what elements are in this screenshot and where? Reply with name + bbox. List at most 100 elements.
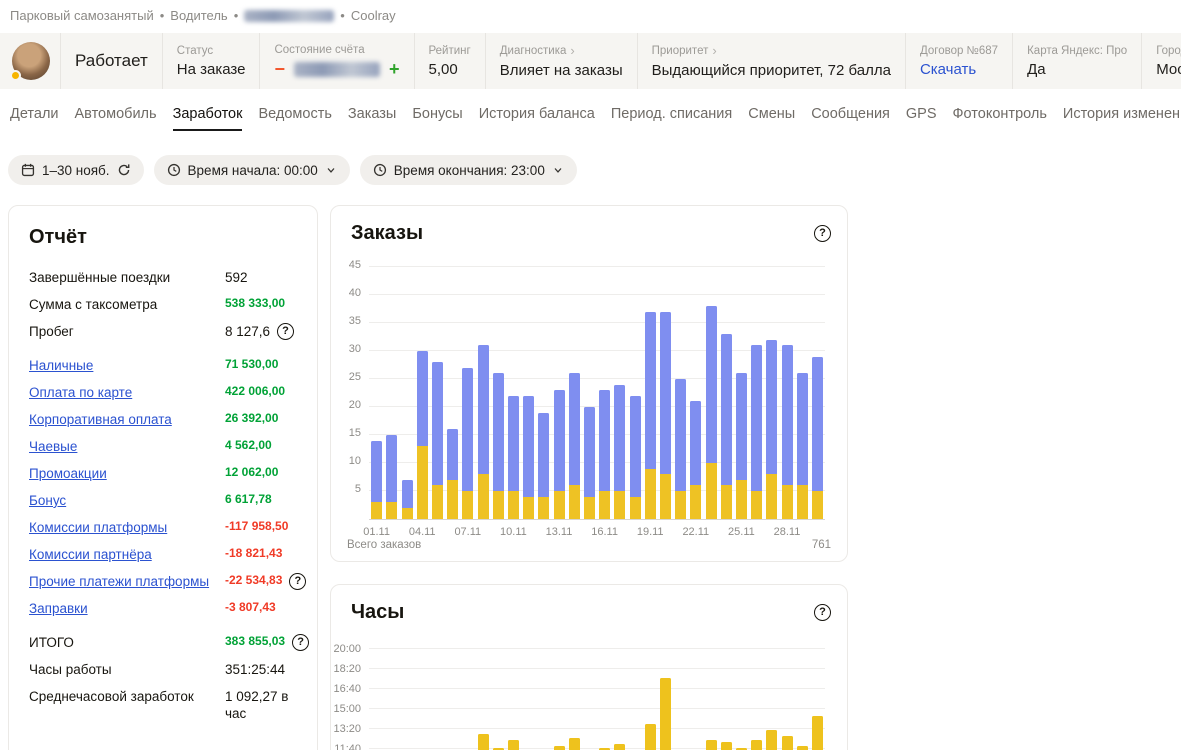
report-value-wrap: -3 807,43 — [225, 600, 297, 616]
report-label[interactable]: Оплата по карте — [29, 384, 225, 402]
time-end-filter[interactable]: Время окончания: 23:00 — [359, 155, 577, 185]
tab-9[interactable]: Смены — [748, 106, 795, 131]
report-value: 6 617,78 — [225, 491, 272, 506]
tab-10[interactable]: Сообщения — [811, 106, 890, 131]
tab-2[interactable]: Автомобиль — [75, 106, 157, 131]
hours-bar — [507, 740, 519, 750]
report-row: Комиссии платформы -117 958,50 — [29, 519, 297, 537]
orders-bar-segment — [796, 485, 808, 519]
city-value: Москва — [1156, 60, 1181, 78]
balance-topup-button[interactable]: + — [389, 60, 400, 78]
priority-label: Приоритет — [651, 44, 709, 57]
orders-bar-segment — [751, 491, 763, 519]
orders-bar-segment — [371, 440, 383, 503]
report-row: Среднечасовой заработок 1 092,27 в час — [29, 688, 297, 723]
help-icon[interactable]: ? — [292, 633, 310, 651]
report-row: Промоакции 12 062,00 — [29, 465, 297, 483]
breadcrumb: Парковый самозанятый • Водитель • • Cool… — [10, 8, 396, 23]
orders-bar-segment — [477, 474, 489, 519]
driver-avatar[interactable] — [10, 42, 50, 81]
hours-bar — [811, 716, 823, 750]
tab-5[interactable]: Заказы — [348, 106, 396, 131]
date-range-filter[interactable]: 1–30 нояб. — [8, 155, 144, 185]
contract-label: Договор №687 — [919, 44, 999, 57]
y-axis-label: 20:00 — [333, 643, 361, 655]
driver-header-bar: Работает Статус На заказе Состояние счёт… — [0, 33, 1181, 89]
orders-bar-segment — [568, 485, 580, 519]
tab-3[interactable]: Заработок — [172, 106, 243, 131]
tab-7[interactable]: История баланса — [479, 106, 595, 131]
help-icon[interactable]: ? — [289, 573, 307, 591]
tab-4[interactable]: Ведомость — [258, 106, 331, 131]
orders-bar-segment — [416, 351, 428, 447]
report-label[interactable]: Чаевые — [29, 438, 225, 456]
y-axis-label: 25 — [348, 371, 361, 383]
orders-bar-segment — [690, 401, 702, 486]
refresh-icon[interactable] — [117, 163, 131, 177]
orders-bar-segment — [659, 474, 671, 519]
report-label[interactable]: Наличные — [29, 357, 225, 375]
report-row: ИТОГО 383 855,03? — [29, 633, 310, 652]
report-label[interactable]: Заправки — [29, 600, 225, 618]
tab-1[interactable]: Детали — [10, 106, 59, 131]
orders-chart-card: Заказы ? 5 10 15 20 25 30 35 40 45 01.11 04.11 07.1… — [330, 205, 848, 562]
hours-bar — [659, 678, 671, 750]
orders-bar-segment — [583, 407, 595, 497]
orders-bar-segment — [675, 379, 687, 491]
report-row: Часы работы 351:25:44 — [29, 661, 297, 679]
report-row: Корпоративная оплата 26 392,00 — [29, 411, 297, 429]
y-axis-label: 30 — [348, 343, 361, 355]
x-axis-label: 04.11 — [408, 526, 436, 538]
report-value-wrap: 4 562,00 — [225, 438, 297, 454]
priority-cell[interactable]: Приоритет › Выдающийся приоритет, 72 бал… — [636, 33, 905, 89]
report-value-wrap: 422 006,00 — [225, 384, 297, 400]
orders-bar-segment — [431, 485, 443, 519]
report-label[interactable]: Промоакции — [29, 465, 225, 483]
report-value-wrap: 592 — [225, 269, 297, 287]
tab-11[interactable]: GPS — [906, 106, 937, 131]
help-icon[interactable]: ? — [277, 323, 295, 341]
report-label[interactable]: Корпоративная оплата — [29, 411, 225, 429]
contract-cell: Договор №687 Скачать — [904, 33, 1012, 89]
orders-bar-segment — [720, 485, 732, 519]
work-status: Работает — [75, 51, 148, 70]
x-axis-label: 01.11 — [363, 526, 390, 538]
contract-download-link[interactable]: Скачать — [920, 61, 998, 78]
filter-bar: 1–30 нояб. Время начала: 00:00 Время око… — [8, 155, 577, 185]
balance-withdraw-button[interactable]: − — [274, 60, 285, 78]
x-axis-label: 10.11 — [500, 526, 527, 538]
diagnostics-cell[interactable]: Диагностика › Влияет на заказы — [484, 33, 637, 89]
x-axis-label: 22.11 — [682, 526, 710, 538]
orders-plot: 5 10 15 20 25 30 35 40 45 01.11 04.11 07.11 10.11 13.… — [349, 260, 825, 538]
tab-8[interactable]: Период. списания — [611, 106, 732, 131]
yandex-card-cell: Карта Яндекс: Про Да — [1012, 33, 1141, 89]
report-value-wrap: 6 617,78 — [225, 492, 297, 508]
y-axis-label: 20 — [348, 399, 361, 411]
tab-12[interactable]: Фотоконтроль — [953, 106, 1047, 131]
city-cell: Город Москва — [1141, 33, 1181, 89]
report-label[interactable]: Комиссии платформы — [29, 519, 225, 537]
orders-bar-segment — [507, 491, 519, 519]
report-label[interactable]: Комиссии партнёра — [29, 546, 225, 564]
report-value-wrap: 351:25:44 — [225, 661, 297, 679]
report-row: Сумма с таксометра 538 333,00 — [29, 296, 297, 314]
x-axis-label: 16.11 — [591, 526, 618, 538]
hours-bar — [644, 724, 656, 750]
help-icon[interactable]: ? — [814, 225, 831, 242]
hours-bar — [553, 746, 565, 750]
orders-bar-segment — [675, 491, 687, 519]
orders-total-value: 761 — [811, 539, 831, 551]
time-start-filter[interactable]: Время начала: 00:00 — [153, 155, 350, 185]
orders-bar-segment — [416, 446, 428, 519]
tab-6[interactable]: Бонусы — [412, 106, 462, 131]
report-value-wrap: -18 821,43 — [225, 546, 297, 562]
tab-13[interactable]: История изменений — [1063, 106, 1181, 131]
report-label[interactable]: Бонус — [29, 492, 225, 510]
orders-bar-segment — [796, 373, 808, 486]
rating-label: Рейтинг — [428, 44, 471, 57]
orders-bar-segment — [386, 435, 398, 503]
report-label[interactable]: Прочие платежи платформы — [29, 573, 225, 591]
orders-bar-segment — [811, 356, 823, 491]
orders-bar-segment — [781, 345, 793, 486]
report-label: Пробег — [29, 324, 74, 340]
